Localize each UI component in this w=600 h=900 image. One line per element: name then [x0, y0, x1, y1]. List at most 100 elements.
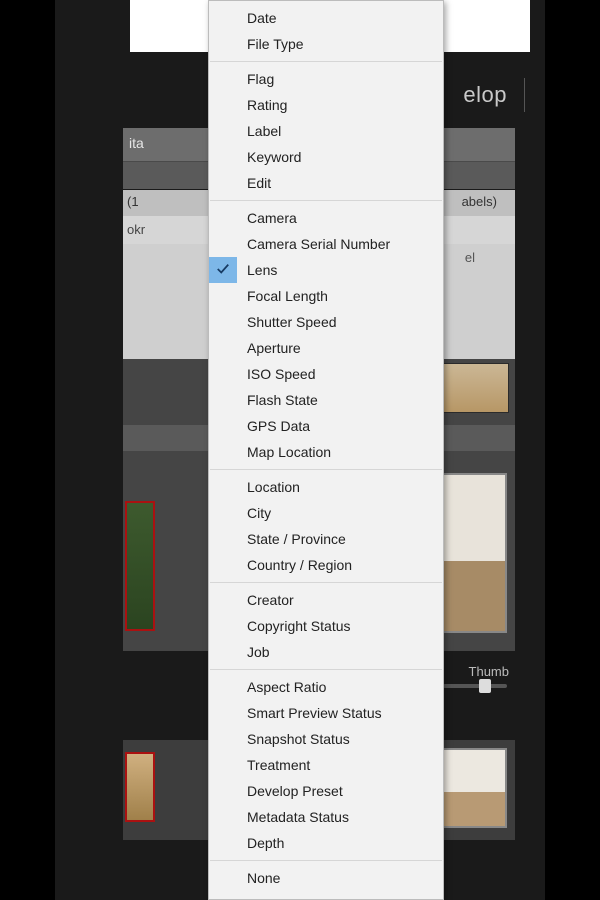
- menu-item-city[interactable]: City: [209, 500, 443, 526]
- menu-item-label: Date: [247, 10, 277, 26]
- menu-item-shutter-speed[interactable]: Shutter Speed: [209, 309, 443, 335]
- thumbnail[interactable]: [433, 748, 507, 828]
- menu-item-label: Aperture: [247, 340, 301, 356]
- check-column: [209, 639, 237, 665]
- check-column: [209, 257, 237, 283]
- menu-item-location[interactable]: Location: [209, 474, 443, 500]
- check-column: [209, 66, 237, 92]
- menu-item-none[interactable]: None: [209, 865, 443, 891]
- menu-item-label[interactable]: Label: [209, 118, 443, 144]
- menu-item-develop-preset[interactable]: Develop Preset: [209, 778, 443, 804]
- menu-item-aspect-ratio[interactable]: Aspect Ratio: [209, 674, 443, 700]
- menu-item-job[interactable]: Job: [209, 639, 443, 665]
- tab-develop[interactable]: elop: [463, 82, 507, 108]
- check-column: [209, 283, 237, 309]
- menu-item-focal-length[interactable]: Focal Length: [209, 283, 443, 309]
- menu-item-label: Shutter Speed: [247, 314, 337, 330]
- menu-item-edit[interactable]: Edit: [209, 170, 443, 196]
- menu-item-date[interactable]: Date: [209, 5, 443, 31]
- filter-left-fragment: (1: [127, 194, 139, 209]
- menu-item-label: Keyword: [247, 149, 301, 165]
- menu-separator: [210, 669, 442, 670]
- menu-item-label: None: [247, 870, 280, 886]
- menu-item-label: Creator: [247, 592, 294, 608]
- metadata-filter-context-menu: Date File Type Flag Rating Label Keyword Edit C…: [208, 0, 444, 900]
- thumbnail[interactable]: [125, 752, 155, 822]
- check-column: [209, 552, 237, 578]
- check-column: [209, 387, 237, 413]
- menu-item-label: Develop Preset: [247, 783, 343, 799]
- check-column: [209, 335, 237, 361]
- menu-item-iso-speed[interactable]: ISO Speed: [209, 361, 443, 387]
- menu-item-gps-data[interactable]: GPS Data: [209, 413, 443, 439]
- check-column: [209, 804, 237, 830]
- menu-item-camera-serial-number[interactable]: Camera Serial Number: [209, 231, 443, 257]
- menu-item-aperture[interactable]: Aperture: [209, 335, 443, 361]
- menu-item-map-location[interactable]: Map Location: [209, 439, 443, 465]
- menu-item-snapshot-status[interactable]: Snapshot Status: [209, 726, 443, 752]
- panel-fragment: el: [465, 250, 475, 265]
- toolbar-fragment: ita: [129, 135, 144, 151]
- menu-item-creator[interactable]: Creator: [209, 587, 443, 613]
- thumbnail[interactable]: [433, 473, 507, 633]
- check-column: [209, 5, 237, 31]
- app-window: elop ita (1 abels) okr el Thumb Date File…: [55, 0, 545, 900]
- menu-item-depth[interactable]: Depth: [209, 830, 443, 856]
- check-column: [209, 413, 237, 439]
- thumbnail[interactable]: [125, 501, 155, 631]
- check-column: [209, 439, 237, 465]
- check-column: [209, 700, 237, 726]
- check-column: [209, 205, 237, 231]
- check-column: [209, 674, 237, 700]
- menu-item-smart-preview-status[interactable]: Smart Preview Status: [209, 700, 443, 726]
- menu-item-label: State / Province: [247, 531, 346, 547]
- menu-item-flash-state[interactable]: Flash State: [209, 387, 443, 413]
- menu-item-rating[interactable]: Rating: [209, 92, 443, 118]
- subbar-fragment: okr: [127, 222, 145, 237]
- menu-item-label: Copyright Status: [247, 618, 351, 634]
- menu-item-label: Smart Preview Status: [247, 705, 382, 721]
- check-column: [209, 361, 237, 387]
- menu-item-lens[interactable]: Lens: [209, 257, 443, 283]
- menu-separator: [210, 860, 442, 861]
- menu-item-metadata-status[interactable]: Metadata Status: [209, 804, 443, 830]
- letterbox-left: [0, 0, 55, 900]
- menu-item-flag[interactable]: Flag: [209, 66, 443, 92]
- menu-item-file-type[interactable]: File Type: [209, 31, 443, 57]
- menu-item-label: Label: [247, 123, 281, 139]
- menu-separator: [210, 61, 442, 62]
- check-column: [209, 830, 237, 856]
- menu-item-copyright-status[interactable]: Copyright Status: [209, 613, 443, 639]
- menu-separator: [210, 582, 442, 583]
- check-column: [209, 118, 237, 144]
- menu-item-label: Country / Region: [247, 557, 352, 573]
- check-column: [209, 752, 237, 778]
- menu-item-label: Job: [247, 644, 270, 660]
- menu-item-label: Metadata Status: [247, 809, 349, 825]
- thumbnail-size-label: Thumb: [469, 664, 509, 679]
- thumbnail-size-slider-handle[interactable]: [479, 679, 491, 693]
- menu-item-label: Map Location: [247, 444, 331, 460]
- filter-right-fragment: abels): [462, 194, 497, 209]
- menu-item-treatment[interactable]: Treatment: [209, 752, 443, 778]
- menu-item-label: Snapshot Status: [247, 731, 350, 747]
- menu-item-camera[interactable]: Camera: [209, 205, 443, 231]
- menu-item-label: Location: [247, 479, 300, 495]
- check-column: [209, 778, 237, 804]
- menu-item-label: Treatment: [247, 757, 310, 773]
- menu-item-label: Rating: [247, 97, 287, 113]
- menu-separator: [210, 200, 442, 201]
- check-column: [209, 865, 237, 891]
- check-column: [209, 587, 237, 613]
- tab-separator: [524, 78, 525, 112]
- check-column: [209, 526, 237, 552]
- thumbnail-size-slider-track[interactable]: [443, 684, 507, 688]
- check-column: [209, 144, 237, 170]
- check-column: [209, 500, 237, 526]
- menu-item-state-province[interactable]: State / Province: [209, 526, 443, 552]
- thumbnail[interactable]: [439, 363, 509, 413]
- menu-item-keyword[interactable]: Keyword: [209, 144, 443, 170]
- menu-item-country-region[interactable]: Country / Region: [209, 552, 443, 578]
- menu-item-label: Aspect Ratio: [247, 679, 326, 695]
- check-column: [209, 613, 237, 639]
